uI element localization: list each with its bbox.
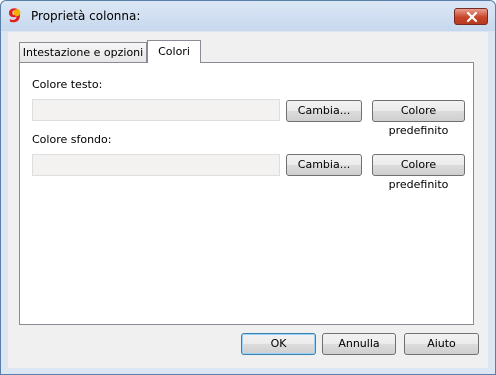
background-color-label: Colore sfondo: bbox=[32, 133, 112, 146]
close-button[interactable] bbox=[454, 8, 488, 25]
window-title: Proprietà colonna: bbox=[31, 9, 141, 23]
help-button[interactable]: Aiuto bbox=[404, 333, 479, 355]
background-color-change-button[interactable]: Cambia... bbox=[286, 154, 362, 176]
text-color-default-button[interactable]: Colore predefinito bbox=[372, 100, 465, 137]
text-color-preview bbox=[32, 99, 280, 121]
text-color-change-button[interactable]: Cambia... bbox=[286, 100, 362, 122]
title-bar: 9 ● Proprietà colonna: bbox=[1, 1, 495, 31]
app-icon: 9 ● bbox=[8, 5, 22, 27]
ok-button[interactable]: OK bbox=[241, 333, 316, 355]
text-color-label: Colore testo: bbox=[32, 78, 103, 91]
background-color-preview bbox=[32, 154, 280, 176]
tab-intestazione-e-opzioni[interactable]: Intestazione e opzioni bbox=[19, 42, 147, 62]
close-icon bbox=[466, 12, 478, 22]
background-color-default-button[interactable]: Colore predefinito bbox=[372, 154, 465, 191]
dialog-client-area: Intestazione e opzioni Colori Colore tes… bbox=[8, 32, 488, 368]
cancel-button[interactable]: Annulla bbox=[322, 333, 396, 355]
tab-panel-colori: Colore testo: Cambia... Colore predefini… bbox=[19, 62, 474, 325]
tab-colori[interactable]: Colori bbox=[147, 40, 201, 63]
dialog-window: 9 ● Proprietà colonna: Intestazione e opz… bbox=[0, 0, 496, 375]
